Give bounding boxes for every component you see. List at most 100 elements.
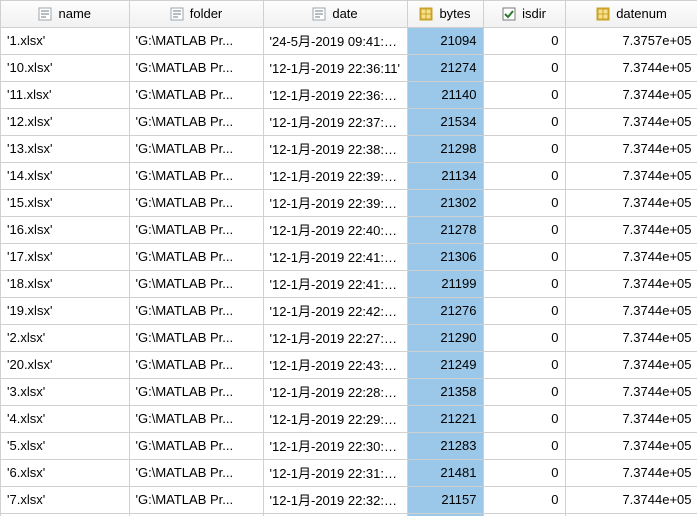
- cell-datenum[interactable]: 7.3744e+05: [565, 216, 697, 243]
- table-row[interactable]: '13.xlsx''G:\MATLAB Pr...'12-1月-2019 22:…: [1, 135, 697, 162]
- column-header-date[interactable]: date: [263, 1, 407, 27]
- table-row[interactable]: '18.xlsx''G:\MATLAB Pr...'12-1月-2019 22:…: [1, 270, 697, 297]
- cell-bytes[interactable]: 21283: [407, 432, 483, 459]
- cell-isdir[interactable]: 0: [483, 243, 565, 270]
- cell-date[interactable]: '12-1月-2019 22:43:00': [263, 351, 407, 378]
- cell-bytes[interactable]: 21140: [407, 81, 483, 108]
- cell-bytes[interactable]: 21094: [407, 27, 483, 54]
- cell-datenum[interactable]: 7.3744e+05: [565, 189, 697, 216]
- column-header-name[interactable]: name: [1, 1, 129, 27]
- table-row[interactable]: '16.xlsx''G:\MATLAB Pr...'12-1月-2019 22:…: [1, 216, 697, 243]
- cell-isdir[interactable]: 0: [483, 270, 565, 297]
- cell-name[interactable]: '13.xlsx': [1, 135, 129, 162]
- cell-folder[interactable]: 'G:\MATLAB Pr...: [129, 135, 263, 162]
- cell-bytes[interactable]: 21358: [407, 378, 483, 405]
- cell-isdir[interactable]: 0: [483, 432, 565, 459]
- cell-isdir[interactable]: 0: [483, 162, 565, 189]
- cell-isdir[interactable]: 0: [483, 351, 565, 378]
- cell-folder[interactable]: 'G:\MATLAB Pr...: [129, 54, 263, 81]
- cell-date[interactable]: '12-1月-2019 22:39:00': [263, 162, 407, 189]
- cell-folder[interactable]: 'G:\MATLAB Pr...: [129, 297, 263, 324]
- cell-date[interactable]: '12-1月-2019 22:36:51': [263, 81, 407, 108]
- cell-datenum[interactable]: 7.3744e+05: [565, 243, 697, 270]
- cell-datenum[interactable]: 7.3744e+05: [565, 297, 697, 324]
- cell-folder[interactable]: 'G:\MATLAB Pr...: [129, 108, 263, 135]
- variable-table[interactable]: name folder date bytes: [0, 0, 697, 516]
- cell-date[interactable]: '12-1月-2019 22:28:31': [263, 378, 407, 405]
- cell-isdir[interactable]: 0: [483, 54, 565, 81]
- table-row[interactable]: '14.xlsx''G:\MATLAB Pr...'12-1月-2019 22:…: [1, 162, 697, 189]
- cell-date[interactable]: '12-1月-2019 22:40:19': [263, 216, 407, 243]
- cell-folder[interactable]: 'G:\MATLAB Pr...: [129, 81, 263, 108]
- cell-date[interactable]: '12-1月-2019 22:39:42': [263, 189, 407, 216]
- cell-name[interactable]: '10.xlsx': [1, 54, 129, 81]
- column-header-folder[interactable]: folder: [129, 1, 263, 27]
- column-header-isdir[interactable]: isdir: [483, 1, 565, 27]
- cell-date[interactable]: '12-1月-2019 22:30:49': [263, 432, 407, 459]
- cell-folder[interactable]: 'G:\MATLAB Pr...: [129, 162, 263, 189]
- cell-date[interactable]: '12-1月-2019 22:31:51': [263, 459, 407, 486]
- cell-datenum[interactable]: 7.3744e+05: [565, 135, 697, 162]
- cell-bytes[interactable]: 21298: [407, 135, 483, 162]
- cell-bytes[interactable]: 21276: [407, 297, 483, 324]
- cell-name[interactable]: '12.xlsx': [1, 108, 129, 135]
- cell-folder[interactable]: 'G:\MATLAB Pr...: [129, 324, 263, 351]
- cell-isdir[interactable]: 0: [483, 405, 565, 432]
- cell-folder[interactable]: 'G:\MATLAB Pr...: [129, 432, 263, 459]
- table-row[interactable]: '4.xlsx''G:\MATLAB Pr...'12-1月-2019 22:2…: [1, 405, 697, 432]
- cell-name[interactable]: '15.xlsx': [1, 189, 129, 216]
- cell-isdir[interactable]: 0: [483, 27, 565, 54]
- cell-name[interactable]: '7.xlsx': [1, 486, 129, 513]
- table-row[interactable]: '3.xlsx''G:\MATLAB Pr...'12-1月-2019 22:2…: [1, 378, 697, 405]
- cell-isdir[interactable]: 0: [483, 486, 565, 513]
- cell-name[interactable]: '3.xlsx': [1, 378, 129, 405]
- cell-datenum[interactable]: 7.3744e+05: [565, 405, 697, 432]
- table-row[interactable]: '5.xlsx''G:\MATLAB Pr...'12-1月-2019 22:3…: [1, 432, 697, 459]
- cell-datenum[interactable]: 7.3744e+05: [565, 459, 697, 486]
- cell-datenum[interactable]: 7.3744e+05: [565, 378, 697, 405]
- table-row[interactable]: '17.xlsx''G:\MATLAB Pr...'12-1月-2019 22:…: [1, 243, 697, 270]
- cell-bytes[interactable]: 21199: [407, 270, 483, 297]
- cell-bytes[interactable]: 21221: [407, 405, 483, 432]
- cell-bytes[interactable]: 21278: [407, 216, 483, 243]
- cell-datenum[interactable]: 7.3744e+05: [565, 432, 697, 459]
- cell-bytes[interactable]: 21157: [407, 486, 483, 513]
- cell-folder[interactable]: 'G:\MATLAB Pr...: [129, 405, 263, 432]
- cell-isdir[interactable]: 0: [483, 216, 565, 243]
- cell-folder[interactable]: 'G:\MATLAB Pr...: [129, 243, 263, 270]
- cell-datenum[interactable]: 7.3744e+05: [565, 162, 697, 189]
- cell-bytes[interactable]: 21534: [407, 108, 483, 135]
- column-header-datenum[interactable]: datenum: [565, 1, 697, 27]
- cell-isdir[interactable]: 0: [483, 459, 565, 486]
- table-row[interactable]: '10.xlsx''G:\MATLAB Pr...'12-1月-2019 22:…: [1, 54, 697, 81]
- cell-bytes[interactable]: 21290: [407, 324, 483, 351]
- cell-date[interactable]: '24-5月-2019 09:41:02': [263, 27, 407, 54]
- table-row[interactable]: '12.xlsx''G:\MATLAB Pr...'12-1月-2019 22:…: [1, 108, 697, 135]
- cell-isdir[interactable]: 0: [483, 378, 565, 405]
- cell-bytes[interactable]: 21249: [407, 351, 483, 378]
- cell-date[interactable]: '12-1月-2019 22:37:30': [263, 108, 407, 135]
- table-row[interactable]: '20.xlsx''G:\MATLAB Pr...'12-1月-2019 22:…: [1, 351, 697, 378]
- cell-name[interactable]: '4.xlsx': [1, 405, 129, 432]
- cell-datenum[interactable]: 7.3744e+05: [565, 486, 697, 513]
- cell-date[interactable]: '12-1月-2019 22:29:56': [263, 405, 407, 432]
- table-row[interactable]: '6.xlsx''G:\MATLAB Pr...'12-1月-2019 22:3…: [1, 459, 697, 486]
- cell-name[interactable]: '16.xlsx': [1, 216, 129, 243]
- table-row[interactable]: '1.xlsx''G:\MATLAB Pr...'24-5月-2019 09:4…: [1, 27, 697, 54]
- table-row[interactable]: '7.xlsx''G:\MATLAB Pr...'12-1月-2019 22:3…: [1, 486, 697, 513]
- cell-folder[interactable]: 'G:\MATLAB Pr...: [129, 216, 263, 243]
- cell-datenum[interactable]: 7.3744e+05: [565, 54, 697, 81]
- cell-name[interactable]: '20.xlsx': [1, 351, 129, 378]
- cell-datenum[interactable]: 7.3744e+05: [565, 351, 697, 378]
- cell-isdir[interactable]: 0: [483, 297, 565, 324]
- cell-name[interactable]: '14.xlsx': [1, 162, 129, 189]
- cell-isdir[interactable]: 0: [483, 108, 565, 135]
- cell-folder[interactable]: 'G:\MATLAB Pr...: [129, 378, 263, 405]
- table-row[interactable]: '19.xlsx''G:\MATLAB Pr...'12-1月-2019 22:…: [1, 297, 697, 324]
- cell-date[interactable]: '12-1月-2019 22:36:11': [263, 54, 407, 81]
- table-row[interactable]: '11.xlsx''G:\MATLAB Pr...'12-1月-2019 22:…: [1, 81, 697, 108]
- cell-date[interactable]: '12-1月-2019 22:42:22': [263, 297, 407, 324]
- table-row[interactable]: '2.xlsx''G:\MATLAB Pr...'12-1月-2019 22:2…: [1, 324, 697, 351]
- cell-datenum[interactable]: 7.3744e+05: [565, 270, 697, 297]
- cell-bytes[interactable]: 21481: [407, 459, 483, 486]
